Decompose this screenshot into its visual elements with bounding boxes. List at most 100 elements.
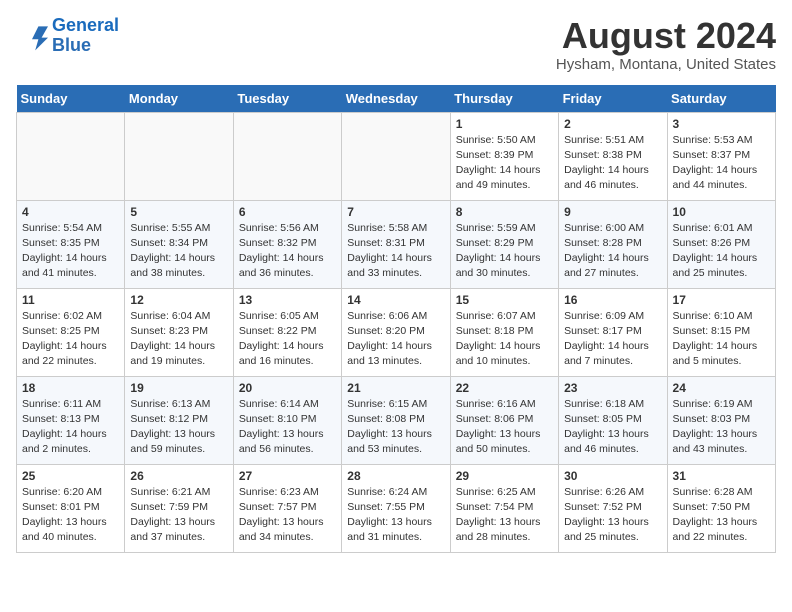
day-info: Sunrise: 5:50 AM Sunset: 8:39 PM Dayligh… [456, 133, 553, 194]
day-number: 23 [564, 381, 661, 395]
calendar-cell: 29 Sunrise: 6:25 AM Sunset: 7:54 PM Dayli… [450, 464, 558, 552]
calendar-cell: 18 Sunrise: 6:11 AM Sunset: 8:13 PM Dayli… [17, 376, 125, 464]
day-number: 8 [456, 205, 553, 219]
calendar-cell: 16 Sunrise: 6:09 AM Sunset: 8:17 PM Dayli… [559, 288, 667, 376]
calendar-body: 1 Sunrise: 5:50 AM Sunset: 8:39 PM Daylig… [17, 112, 776, 552]
day-info: Sunrise: 6:16 AM Sunset: 8:06 PM Dayligh… [456, 397, 553, 458]
day-info: Sunrise: 6:21 AM Sunset: 7:59 PM Dayligh… [130, 485, 227, 546]
day-info: Sunrise: 6:15 AM Sunset: 8:08 PM Dayligh… [347, 397, 444, 458]
logo: General Blue [16, 16, 119, 56]
calendar-cell: 26 Sunrise: 6:21 AM Sunset: 7:59 PM Dayli… [125, 464, 233, 552]
calendar-cell: 5Sunrise: 5:55 AM Sunset: 8:34 PM Daylig… [125, 200, 233, 288]
calendar-cell: 22Sunrise: 6:16 AM Sunset: 8:06 PM Dayli… [450, 376, 558, 464]
calendar-cell: 11 Sunrise: 6:02 AM Sunset: 8:25 PM Dayli… [17, 288, 125, 376]
logo-text: General Blue [52, 16, 119, 56]
weekday-header-sunday: Sunday [17, 85, 125, 113]
calendar-cell: 20 Sunrise: 6:14 AM Sunset: 8:10 PM Dayli… [233, 376, 341, 464]
calendar-cell: 23Sunrise: 6:18 AM Sunset: 8:05 PM Dayli… [559, 376, 667, 464]
day-number: 26 [130, 469, 227, 483]
calendar-cell: 31 Sunrise: 6:28 AM Sunset: 7:50 PM Dayli… [667, 464, 775, 552]
day-info: Sunrise: 6:01 AM Sunset: 8:26 PM Dayligh… [673, 221, 770, 282]
day-number: 10 [673, 205, 770, 219]
calendar-cell: 1 Sunrise: 5:50 AM Sunset: 8:39 PM Daylig… [450, 112, 558, 200]
day-info: Sunrise: 6:28 AM Sunset: 7:50 PM Dayligh… [673, 485, 770, 546]
subtitle: Hysham, Montana, United States [556, 56, 776, 73]
day-info: Sunrise: 6:24 AM Sunset: 7:55 PM Dayligh… [347, 485, 444, 546]
day-info: Sunrise: 6:07 AM Sunset: 8:18 PM Dayligh… [456, 309, 553, 370]
logo-line1: General [52, 15, 119, 35]
day-info: Sunrise: 6:11 AM Sunset: 8:13 PM Dayligh… [22, 397, 119, 458]
day-info: Sunrise: 6:10 AM Sunset: 8:15 PM Dayligh… [673, 309, 770, 370]
calendar-cell: 6 Sunrise: 5:56 AM Sunset: 8:32 PM Daylig… [233, 200, 341, 288]
day-info: Sunrise: 6:23 AM Sunset: 7:57 PM Dayligh… [239, 485, 336, 546]
calendar-cell: 8 Sunrise: 5:59 AM Sunset: 8:29 PM Daylig… [450, 200, 558, 288]
day-info: Sunrise: 5:58 AM Sunset: 8:31 PM Dayligh… [347, 221, 444, 282]
day-number: 15 [456, 293, 553, 307]
calendar-cell: 12Sunrise: 6:04 AM Sunset: 8:23 PM Dayli… [125, 288, 233, 376]
day-number: 24 [673, 381, 770, 395]
weekday-header-monday: Monday [125, 85, 233, 113]
weekday-header-friday: Friday [559, 85, 667, 113]
day-number: 9 [564, 205, 661, 219]
calendar-cell: 4Sunrise: 5:54 AM Sunset: 8:35 PM Daylig… [17, 200, 125, 288]
day-number: 27 [239, 469, 336, 483]
day-info: Sunrise: 5:53 AM Sunset: 8:37 PM Dayligh… [673, 133, 770, 194]
day-number: 6 [239, 205, 336, 219]
day-number: 13 [239, 293, 336, 307]
day-info: Sunrise: 5:56 AM Sunset: 8:32 PM Dayligh… [239, 221, 336, 282]
day-number: 18 [22, 381, 119, 395]
day-number: 2 [564, 117, 661, 131]
day-number: 14 [347, 293, 444, 307]
day-info: Sunrise: 5:51 AM Sunset: 8:38 PM Dayligh… [564, 133, 661, 194]
day-number: 4 [22, 205, 119, 219]
day-info: Sunrise: 6:09 AM Sunset: 8:17 PM Dayligh… [564, 309, 661, 370]
calendar-cell: 14 Sunrise: 6:06 AM Sunset: 8:20 PM Dayli… [342, 288, 450, 376]
day-info: Sunrise: 6:25 AM Sunset: 7:54 PM Dayligh… [456, 485, 553, 546]
week-row-3: 11 Sunrise: 6:02 AM Sunset: 8:25 PM Dayli… [17, 288, 776, 376]
day-info: Sunrise: 6:06 AM Sunset: 8:20 PM Dayligh… [347, 309, 444, 370]
day-number: 20 [239, 381, 336, 395]
day-number: 1 [456, 117, 553, 131]
day-info: Sunrise: 6:04 AM Sunset: 8:23 PM Dayligh… [130, 309, 227, 370]
day-number: 29 [456, 469, 553, 483]
day-number: 16 [564, 293, 661, 307]
day-number: 17 [673, 293, 770, 307]
week-row-5: 25Sunrise: 6:20 AM Sunset: 8:01 PM Dayli… [17, 464, 776, 552]
weekday-header-wednesday: Wednesday [342, 85, 450, 113]
day-info: Sunrise: 6:19 AM Sunset: 8:03 PM Dayligh… [673, 397, 770, 458]
calendar-table: SundayMondayTuesdayWednesdayThursdayFrid… [16, 85, 776, 553]
calendar-cell: 3Sunrise: 5:53 AM Sunset: 8:37 PM Daylig… [667, 112, 775, 200]
day-number: 31 [673, 469, 770, 483]
day-number: 11 [22, 293, 119, 307]
calendar-cell: 21 Sunrise: 6:15 AM Sunset: 8:08 PM Dayli… [342, 376, 450, 464]
calendar-cell: 27 Sunrise: 6:23 AM Sunset: 7:57 PM Dayli… [233, 464, 341, 552]
day-info: Sunrise: 5:59 AM Sunset: 8:29 PM Dayligh… [456, 221, 553, 282]
day-info: Sunrise: 6:13 AM Sunset: 8:12 PM Dayligh… [130, 397, 227, 458]
calendar-cell: 15 Sunrise: 6:07 AM Sunset: 8:18 PM Dayli… [450, 288, 558, 376]
day-info: Sunrise: 6:00 AM Sunset: 8:28 PM Dayligh… [564, 221, 661, 282]
calendar-cell [233, 112, 341, 200]
page-header: General Blue August 2024 Hysham, Montana… [16, 16, 776, 73]
day-number: 21 [347, 381, 444, 395]
week-row-4: 18 Sunrise: 6:11 AM Sunset: 8:13 PM Dayli… [17, 376, 776, 464]
weekday-header-tuesday: Tuesday [233, 85, 341, 113]
day-number: 28 [347, 469, 444, 483]
day-info: Sunrise: 6:02 AM Sunset: 8:25 PM Dayligh… [22, 309, 119, 370]
calendar-cell: 25Sunrise: 6:20 AM Sunset: 8:01 PM Dayli… [17, 464, 125, 552]
logo-line2: Blue [52, 35, 91, 55]
calendar-cell: 2 Sunrise: 5:51 AM Sunset: 8:38 PM Daylig… [559, 112, 667, 200]
day-number: 30 [564, 469, 661, 483]
main-title: August 2024 [556, 16, 776, 56]
calendar-cell: 19Sunrise: 6:13 AM Sunset: 8:12 PM Dayli… [125, 376, 233, 464]
calendar-cell [342, 112, 450, 200]
calendar-cell: 13Sunrise: 6:05 AM Sunset: 8:22 PM Dayli… [233, 288, 341, 376]
weekday-header-thursday: Thursday [450, 85, 558, 113]
weekday-header-saturday: Saturday [667, 85, 775, 113]
day-number: 5 [130, 205, 227, 219]
calendar-cell: 10 Sunrise: 6:01 AM Sunset: 8:26 PM Dayli… [667, 200, 775, 288]
week-row-1: 1 Sunrise: 5:50 AM Sunset: 8:39 PM Daylig… [17, 112, 776, 200]
calendar-cell: 30Sunrise: 6:26 AM Sunset: 7:52 PM Dayli… [559, 464, 667, 552]
day-info: Sunrise: 6:14 AM Sunset: 8:10 PM Dayligh… [239, 397, 336, 458]
calendar-cell: 24 Sunrise: 6:19 AM Sunset: 8:03 PM Dayli… [667, 376, 775, 464]
calendar-cell: 28 Sunrise: 6:24 AM Sunset: 7:55 PM Dayli… [342, 464, 450, 552]
